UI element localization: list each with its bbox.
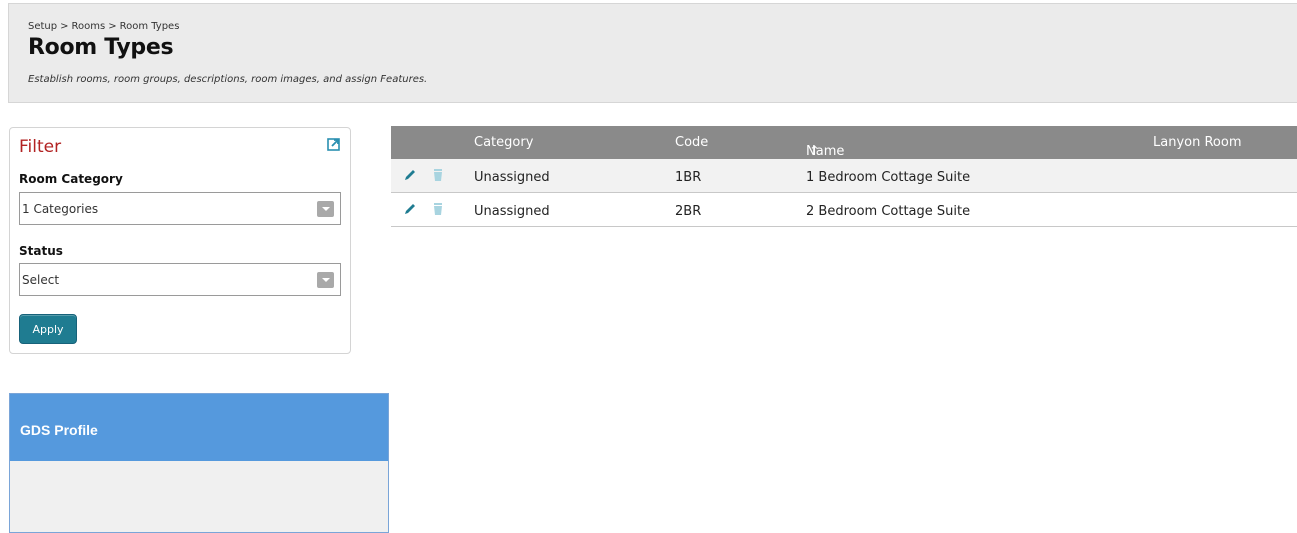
- edit-pencil-icon[interactable]: [403, 202, 417, 216]
- delete-trash-icon[interactable]: [431, 202, 445, 216]
- table-header: Category Code Name ↑ Lanyon Room: [391, 126, 1297, 159]
- status-label: Status: [19, 244, 63, 258]
- chevron-down-icon[interactable]: [317, 201, 334, 217]
- gds-profile-title: GDS Profile: [20, 422, 98, 438]
- page-subtitle: Establish rooms, room groups, descriptio…: [28, 74, 428, 85]
- room-category-value: 1 Categories: [22, 202, 99, 216]
- gds-profile-panel: GDS Profile: [9, 393, 389, 533]
- breadcrumb-rooms[interactable]: Rooms: [72, 21, 106, 32]
- cell-category: Unassigned: [474, 204, 550, 219]
- cell-category: Unassigned: [474, 170, 550, 185]
- chevron-down-icon[interactable]: [317, 272, 334, 288]
- delete-trash-icon[interactable]: [431, 168, 445, 182]
- gds-profile-header: GDS Profile: [10, 394, 388, 461]
- collapse-panel-icon[interactable]: [327, 137, 341, 151]
- column-header-code[interactable]: Code: [675, 135, 708, 150]
- table-row: Unassigned 2BR 2 Bedroom Cottage Suite: [391, 193, 1297, 227]
- column-header-category[interactable]: Category: [474, 135, 533, 150]
- edit-pencil-icon[interactable]: [403, 168, 417, 182]
- breadcrumb-separator: >: [108, 21, 117, 32]
- cell-name: 1 Bedroom Cottage Suite: [806, 170, 971, 185]
- cell-code: 1BR: [675, 170, 702, 185]
- breadcrumb-room-types: Room Types: [119, 21, 180, 32]
- filter-title: Filter: [19, 137, 62, 157]
- table-row: Unassigned 1BR 1 Bedroom Cottage Suite: [391, 159, 1297, 193]
- cell-code: 2BR: [675, 204, 702, 219]
- filter-panel: Filter Room Category 1 Categories Status…: [9, 127, 351, 354]
- room-category-select[interactable]: 1 Categories: [19, 192, 341, 225]
- breadcrumb: Setup > Rooms > Room Types: [28, 21, 179, 32]
- room-types-table: Category Code Name ↑ Lanyon Room Unassign…: [391, 126, 1297, 227]
- page-title: Room Types: [28, 35, 174, 60]
- status-select[interactable]: Select: [19, 263, 341, 296]
- breadcrumb-separator: >: [60, 21, 69, 32]
- room-category-label: Room Category: [19, 172, 123, 186]
- column-header-lanyon-room[interactable]: Lanyon Room: [1153, 135, 1242, 150]
- breadcrumb-setup[interactable]: Setup: [28, 21, 57, 32]
- apply-button[interactable]: Apply: [19, 314, 77, 344]
- page-header: Setup > Rooms > Room Types Room Types Establ…: [8, 3, 1297, 103]
- status-value: Select: [22, 273, 60, 287]
- sort-ascending-icon: ↑: [809, 144, 820, 159]
- cell-name: 2 Bedroom Cottage Suite: [806, 204, 971, 219]
